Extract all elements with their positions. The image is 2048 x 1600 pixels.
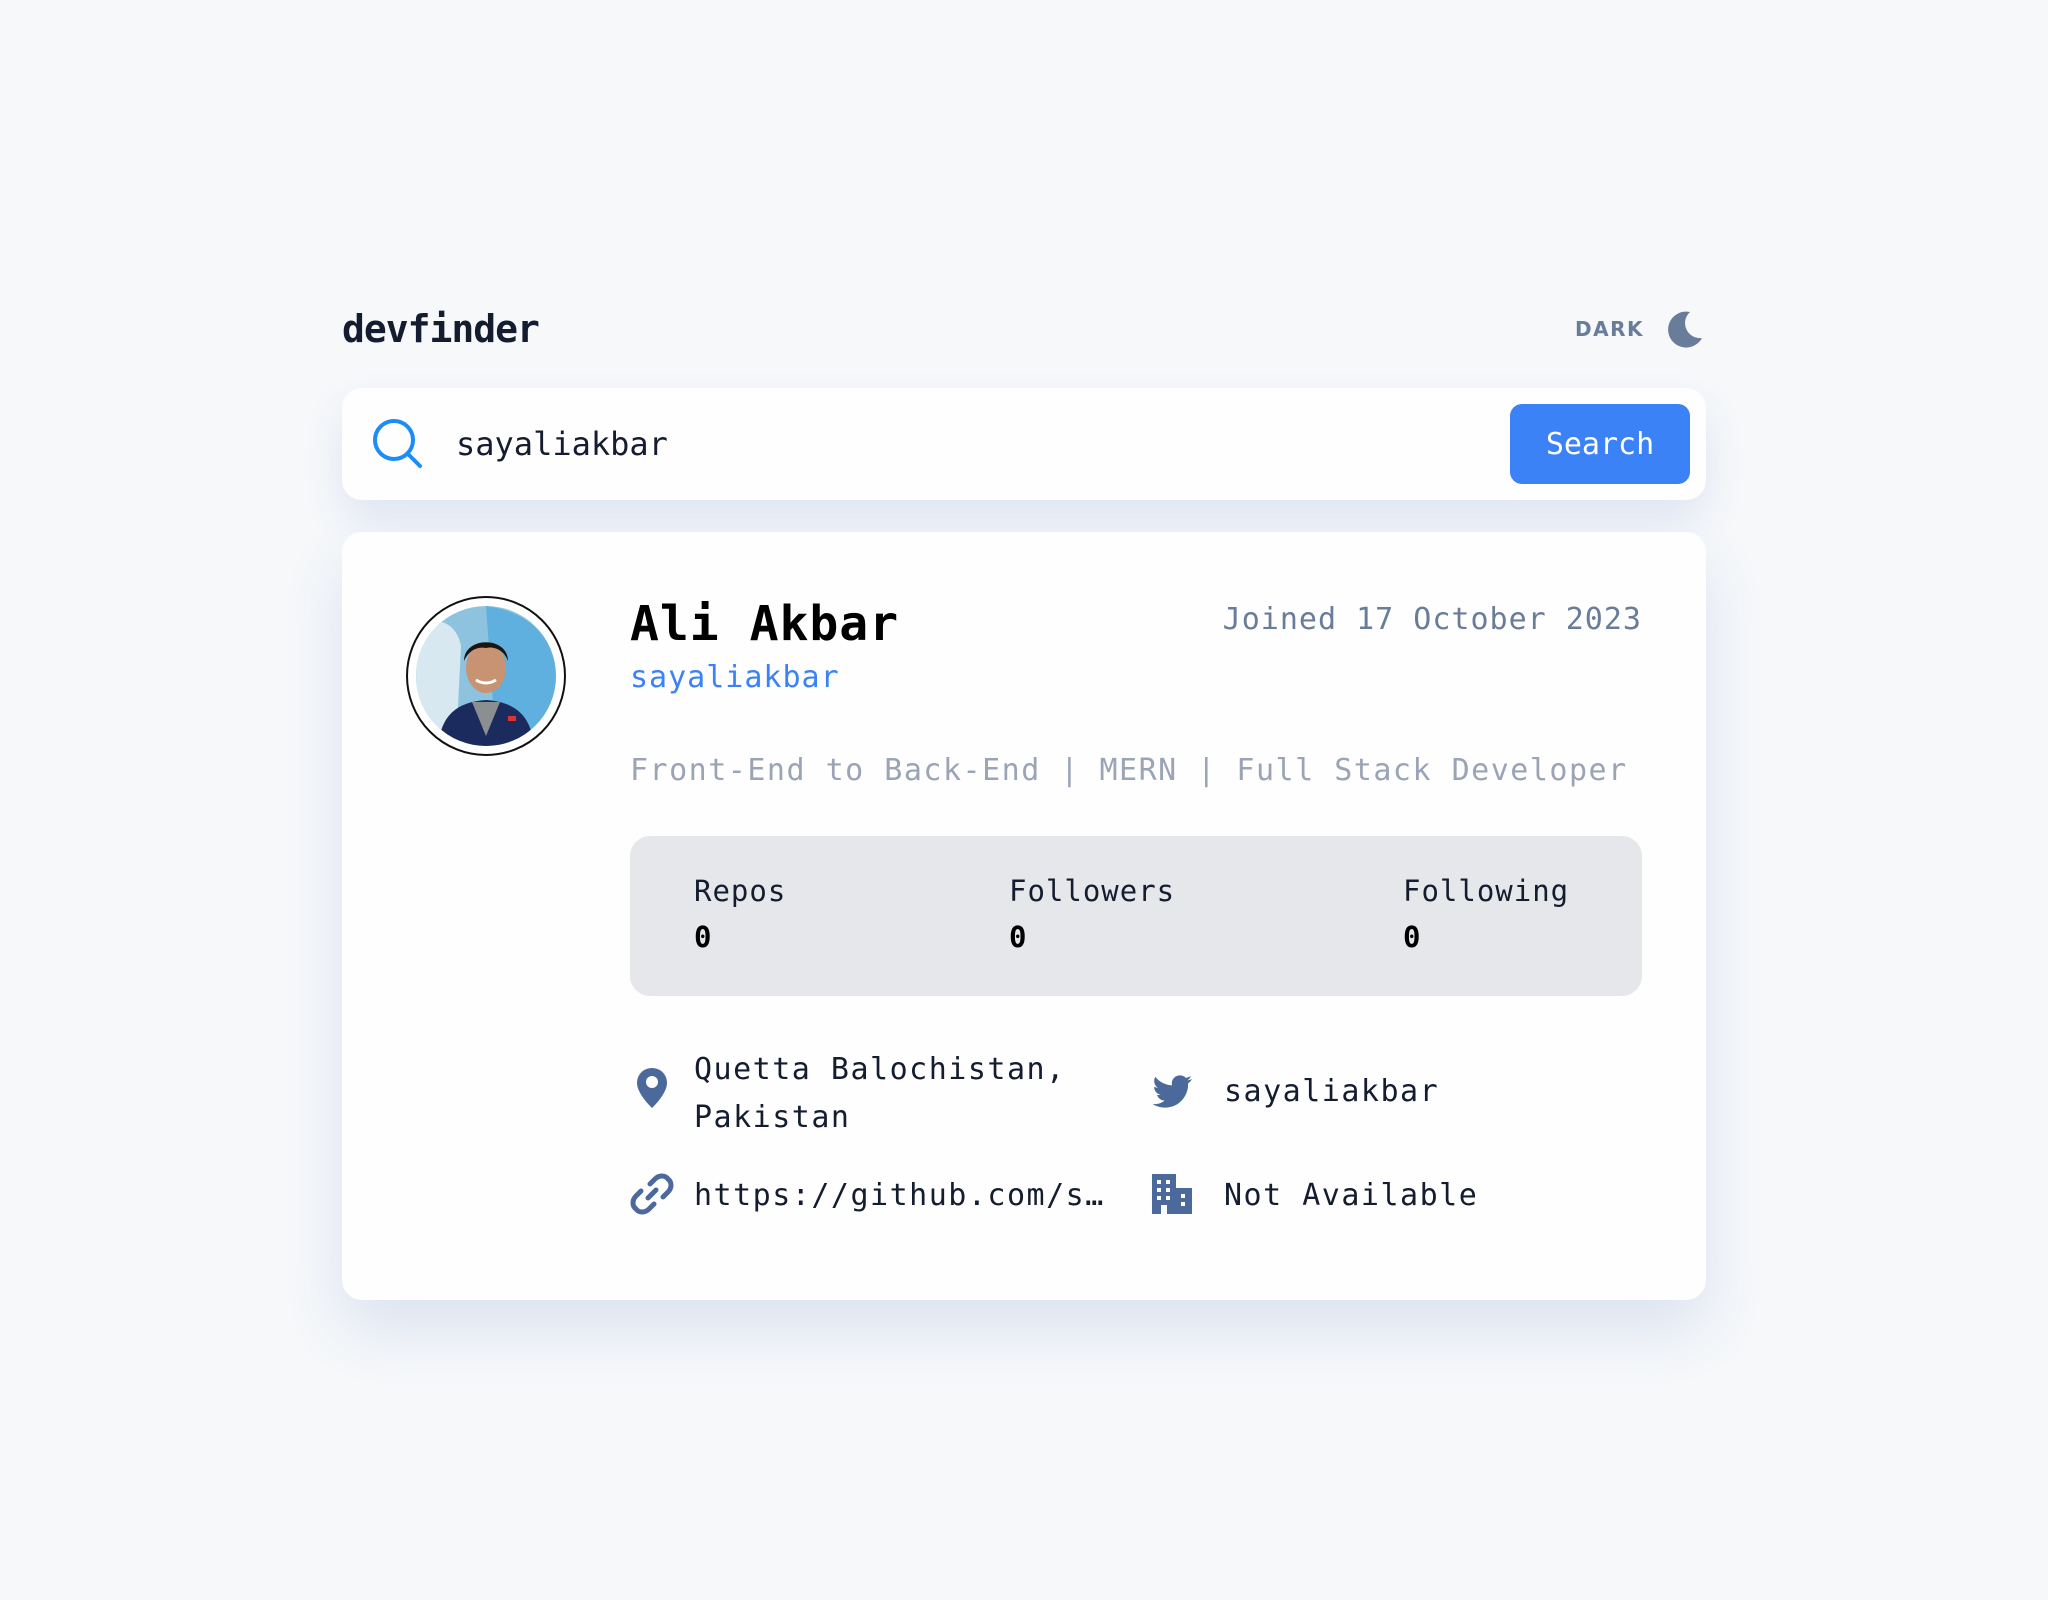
twitter-icon (1152, 1074, 1192, 1108)
profile-content: Ali Akbar sayaliakbar Joined 17 October … (630, 596, 1642, 1246)
joined-date: Joined 17 October 2023 (1222, 602, 1642, 637)
stats-panel: Repos 0 Followers 0 Following 0 (630, 835, 1642, 996)
search-input[interactable] (456, 414, 1510, 474)
stat-followers: Followers 0 (1009, 874, 1175, 954)
building-icon (1152, 1173, 1192, 1214)
company-item: Not Available (1150, 1172, 1478, 1220)
search-button[interactable]: Search (1510, 404, 1690, 484)
theme-toggle[interactable]: DARK (1575, 308, 1706, 350)
name-row: Ali Akbar sayaliakbar Joined 17 October … (630, 596, 1642, 695)
stat-repos: Repos 0 (694, 874, 786, 954)
company-text: Not Available (1224, 1177, 1479, 1213)
header: devfinder DARK (342, 300, 1706, 358)
stat-label: Repos (694, 873, 787, 908)
profile-links: Quetta Balochistan, Pakistan sayaliakbar… (630, 1046, 1642, 1246)
stat-value: 0 (694, 919, 712, 954)
stat-value: 0 (1403, 919, 1421, 954)
search-icon (373, 419, 422, 468)
link-icon (630, 1173, 674, 1215)
profile-bio: Front-End to Back-End | MERN | Full Stac… (630, 752, 1628, 788)
profile-card: Ali Akbar sayaliakbar Joined 17 October … (342, 532, 1706, 1300)
profile-login-link[interactable]: sayaliakbar (630, 660, 840, 695)
twitter-item[interactable]: sayaliakbar (1150, 1070, 1439, 1114)
location-item: Quetta Balochistan, Pakistan (630, 1046, 1094, 1142)
location-text: Quetta Balochistan, Pakistan (694, 1051, 1066, 1135)
twitter-text[interactable]: sayaliakbar (1224, 1070, 1439, 1114)
profile-name: Ali Akbar (630, 596, 900, 652)
blog-link[interactable]: https://github.com/sayaliakbar (694, 1172, 1114, 1220)
theme-label: DARK (1575, 317, 1644, 341)
moon-icon (1668, 311, 1702, 348)
avatar (416, 606, 556, 746)
avatar-frame (406, 596, 566, 756)
app-logo: devfinder (342, 307, 540, 351)
stat-label: Followers (1009, 873, 1176, 908)
blog-item[interactable]: https://github.com/sayaliakbar (630, 1172, 1114, 1220)
stat-label: Following (1403, 873, 1570, 908)
stat-following: Following 0 (1403, 874, 1569, 954)
search-bar: Search (342, 388, 1706, 500)
location-pin-icon (637, 1067, 667, 1108)
devfinder-app: devfinder DARK Search (342, 300, 1706, 1300)
stat-value: 0 (1009, 919, 1027, 954)
